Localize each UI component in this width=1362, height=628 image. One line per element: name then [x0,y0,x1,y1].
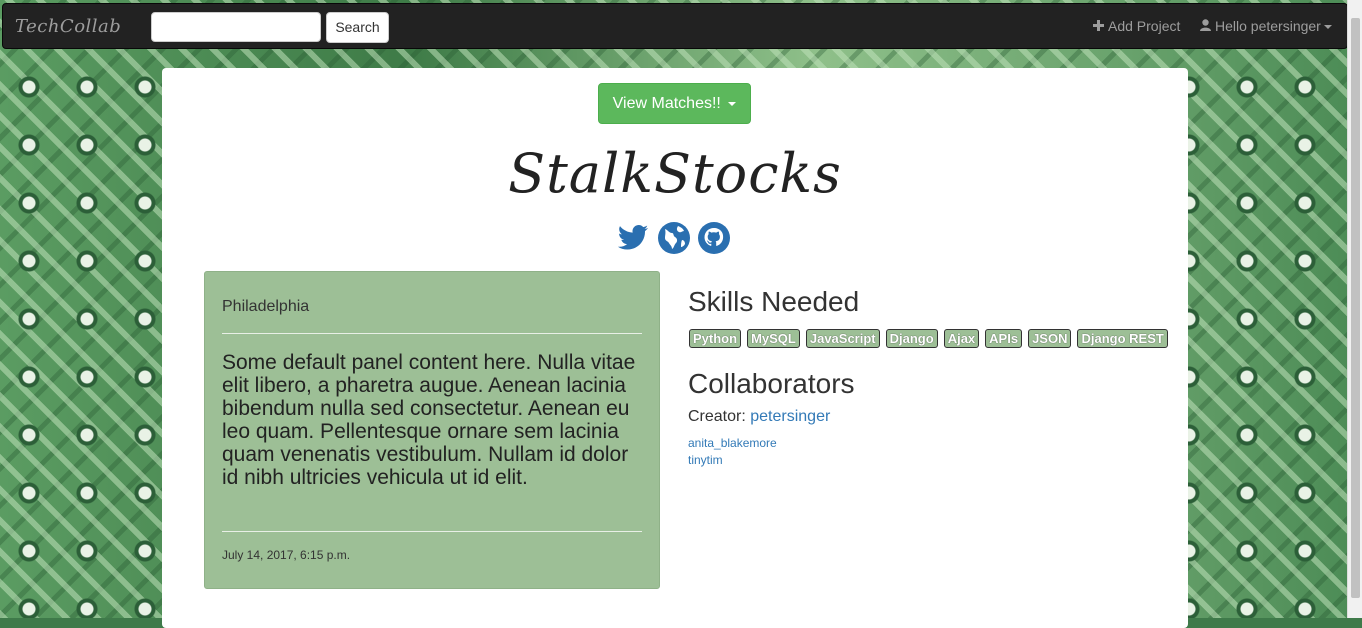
skills-list: Python MySQL JavaScript Django Ajax APIs JSON D… [689,329,1174,348]
twitter-icon[interactable] [615,220,651,256]
creator-link[interactable]: petersinger [750,408,830,425]
collaborators-list: anita_blakemore tinytim [688,435,777,469]
skill-badge: APIs [985,329,1023,348]
project-description: Some default panel content here. Nulla v… [222,351,636,489]
creator-line: Creator: petersinger [688,408,830,426]
scrollbar-thumb[interactable] [1351,18,1360,598]
add-project-label: Add Project [1108,18,1181,34]
brand-logo[interactable]: TechCollab [15,16,121,37]
skill-badge: MySQL [747,329,800,348]
divider [222,531,642,532]
github-icon[interactable] [696,220,732,256]
description-panel: Philadelphia Some default panel content … [204,271,660,589]
skill-badge: JavaScript [805,329,880,348]
search-button[interactable]: Search [326,12,389,43]
collaborator-link[interactable]: tinytim [688,453,723,467]
chevron-down-icon [1323,25,1332,30]
project-container: View Matches!! StalkStocks Philadelphia … [162,68,1188,628]
skill-badge: Django [885,329,938,348]
project-date: July 14, 2017, 6:15 p.m. [222,548,351,562]
chevron-down-icon [728,101,737,106]
user-greeting: Hello petersinger [1215,18,1321,34]
view-matches-button[interactable]: View Matches!! [598,83,751,124]
collaborator-link[interactable]: anita_blakemore [688,436,777,450]
add-project-link[interactable]: Add Project [1093,18,1180,34]
scrollbar[interactable] [1347,0,1362,618]
collaborators-heading: Collaborators [688,368,855,399]
user-icon [1200,18,1211,34]
project-title: StalkStocks [508,142,842,205]
skill-badge: Ajax [943,329,980,348]
globe-icon[interactable] [656,220,692,256]
skill-badge: Django REST [1077,329,1168,348]
view-matches-label: View Matches!! [612,95,721,112]
search-input[interactable] [151,12,321,42]
user-menu[interactable]: Hello petersinger [1200,18,1332,34]
navbar: TechCollab Search Add Project Hello pete… [2,3,1348,49]
divider [222,333,642,334]
plus-icon [1093,18,1104,34]
skill-badge: JSON [1028,329,1072,348]
creator-label: Creator: [688,408,746,425]
project-location: Philadelphia [222,298,310,315]
skills-heading: Skills Needed [688,286,860,317]
skill-badge: Python [689,329,742,348]
